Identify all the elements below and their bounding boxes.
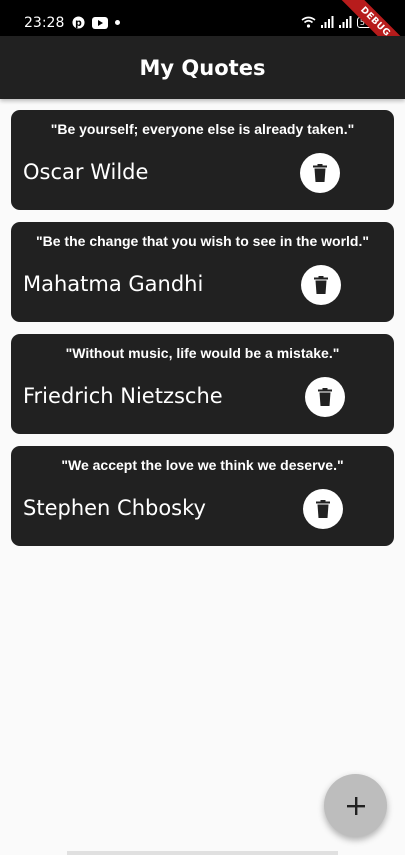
delete-button[interactable] [303, 489, 343, 529]
signal-icon [320, 16, 334, 28]
quote-list: "Be yourself; everyone else is already t… [11, 110, 394, 558]
quote-author: Stephen Chbosky [23, 496, 206, 520]
trash-icon [313, 164, 327, 182]
pinterest-icon: p [72, 16, 85, 29]
quote-card: "Without music, life would be a mistake.… [11, 334, 394, 434]
delete-button[interactable] [301, 265, 341, 305]
quote-card: "Be the change that you wish to see in t… [11, 222, 394, 322]
delete-button[interactable] [300, 153, 340, 193]
plus-icon [346, 796, 365, 815]
wifi-icon [301, 16, 316, 28]
quote-author: Oscar Wilde [23, 160, 149, 184]
youtube-icon [92, 16, 108, 29]
quote-card: "We accept the love we think we deserve.… [11, 446, 394, 546]
gesture-bar [67, 851, 338, 855]
quote-author: Friedrich Nietzsche [23, 384, 223, 408]
quote-text: "We accept the love we think we deserve.… [61, 457, 344, 473]
trash-icon [318, 388, 332, 406]
quote-card: "Be yourself; everyone else is already t… [11, 110, 394, 210]
status-bar: 23:28 p 50 DEBUG [0, 0, 405, 71]
quote-author: Mahatma Gandhi [23, 272, 204, 296]
delete-button[interactable] [305, 377, 345, 417]
page-title: My Quotes [139, 55, 266, 80]
status-time: 23:28 [24, 15, 65, 31]
quote-text: "Be yourself; everyone else is already t… [50, 121, 355, 137]
svg-text:p: p [75, 18, 82, 29]
app-bar: My Quotes [0, 36, 405, 99]
status-notification-icons: p [72, 16, 120, 29]
notification-dot-icon [115, 20, 120, 25]
quote-text: "Be the change that you wish to see in t… [36, 233, 369, 249]
trash-icon [314, 276, 328, 294]
quote-text: "Without music, life would be a mistake.… [65, 345, 340, 361]
signal-icon [338, 16, 352, 28]
add-quote-button[interactable] [324, 774, 387, 837]
trash-icon [316, 500, 330, 518]
